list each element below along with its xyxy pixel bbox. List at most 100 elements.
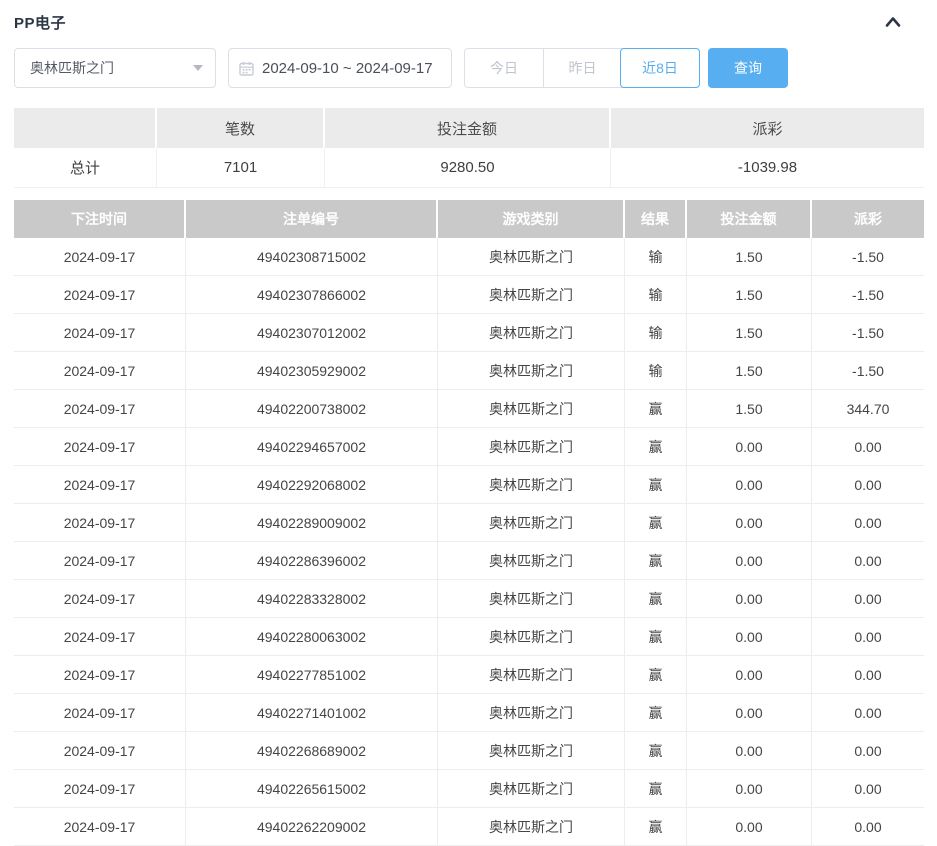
payout-cell: 0.00 [812, 580, 924, 618]
table-row: 2024-09-17 49402280063002 奥林匹斯之门 赢 0.00 … [14, 618, 924, 656]
last-8-days-button[interactable]: 近8日 [620, 48, 700, 88]
bet-time-cell: 2024-09-17 [14, 466, 186, 504]
header-payout: 派彩 [812, 200, 924, 238]
game-category-cell: 奥林匹斯之门 [438, 770, 625, 808]
calendar-icon [239, 61, 254, 76]
collapse-panel-button[interactable] [884, 15, 902, 29]
bet-time-cell: 2024-09-17 [14, 694, 186, 732]
filter-bar: 奥林匹斯之门 2024-09-10 ~ 2024-09-17 今日 昨日 近8日 [14, 48, 924, 88]
date-range-picker[interactable]: 2024-09-10 ~ 2024-09-17 [228, 48, 452, 88]
bet-records-table: 下注时间 注单编号 游戏类别 结果 投注金额 派彩 2024-09-17 494… [14, 200, 924, 846]
bet-id-cell: 49402307866002 [186, 276, 438, 314]
game-category-cell: 奥林匹斯之门 [438, 352, 625, 390]
summary-total-bet-amount: 9280.50 [325, 148, 611, 188]
bet-amount-cell: 0.00 [687, 428, 812, 466]
result-cell: 赢 [625, 390, 687, 428]
payout-cell: 0.00 [812, 504, 924, 542]
payout-cell: 0.00 [812, 618, 924, 656]
bet-time-cell: 2024-09-17 [14, 770, 186, 808]
bet-id-cell: 49402200738002 [186, 390, 438, 428]
page-title: PP电子 [14, 12, 66, 33]
result-cell: 赢 [625, 808, 687, 846]
table-row: 2024-09-17 49402262209002 奥林匹斯之门 赢 0.00 … [14, 808, 924, 846]
game-category-cell: 奥林匹斯之门 [438, 694, 625, 732]
bet-id-cell: 49402294657002 [186, 428, 438, 466]
bet-amount-cell: 0.00 [687, 808, 812, 846]
yesterday-button[interactable]: 昨日 [543, 49, 621, 87]
game-category-cell: 奥林匹斯之门 [438, 276, 625, 314]
bet-amount-cell: 0.00 [687, 466, 812, 504]
bet-id-cell: 49402305929002 [186, 352, 438, 390]
bet-time-cell: 2024-09-17 [14, 314, 186, 352]
table-row: 2024-09-17 49402286396002 奥林匹斯之门 赢 0.00 … [14, 542, 924, 580]
game-category-cell: 奥林匹斯之门 [438, 238, 625, 276]
result-cell: 赢 [625, 428, 687, 466]
bet-id-cell: 49402307012002 [186, 314, 438, 352]
header-bet-id: 注单编号 [186, 200, 438, 238]
table-row: 2024-09-17 49402307866002 奥林匹斯之门 输 1.50 … [14, 276, 924, 314]
payout-cell: 0.00 [812, 694, 924, 732]
result-cell: 输 [625, 238, 687, 276]
bet-amount-cell: 0.00 [687, 694, 812, 732]
bet-amount-cell: 1.50 [687, 238, 812, 276]
bet-amount-cell: 1.50 [687, 276, 812, 314]
result-cell: 赢 [625, 466, 687, 504]
bet-time-cell: 2024-09-17 [14, 504, 186, 542]
bet-table-header-row: 下注时间 注单编号 游戏类别 结果 投注金额 派彩 [14, 200, 924, 238]
panel-header: PP电子 [14, 9, 924, 35]
result-cell: 赢 [625, 542, 687, 580]
bet-id-cell: 49402308715002 [186, 238, 438, 276]
summary-header-row: 笔数 投注金额 派彩 [14, 108, 924, 148]
header-bet-time: 下注时间 [14, 200, 186, 238]
date-range-value: 2024-09-10 ~ 2024-09-17 [262, 60, 433, 77]
bet-id-cell: 49402280063002 [186, 618, 438, 656]
summary-total-count: 7101 [157, 148, 325, 188]
table-row: 2024-09-17 49402277851002 奥林匹斯之门 赢 0.00 … [14, 656, 924, 694]
query-button[interactable]: 查询 [708, 48, 788, 88]
bet-amount-cell: 0.00 [687, 504, 812, 542]
result-cell: 赢 [625, 504, 687, 542]
bet-table-body: 2024-09-17 49402308715002 奥林匹斯之门 输 1.50 … [14, 238, 924, 846]
bet-time-cell: 2024-09-17 [14, 276, 186, 314]
bet-time-cell: 2024-09-17 [14, 618, 186, 656]
game-select[interactable]: 奥林匹斯之门 [14, 48, 216, 88]
payout-cell: 0.00 [812, 656, 924, 694]
quick-date-button-group: 今日 昨日 近8日 [464, 48, 700, 88]
summary-total-row: 总计 7101 9280.50 -1039.98 [14, 148, 924, 188]
table-row: 2024-09-17 49402265615002 奥林匹斯之门 赢 0.00 … [14, 770, 924, 808]
bet-id-cell: 49402292068002 [186, 466, 438, 504]
summary-total-label: 总计 [14, 148, 157, 188]
payout-cell: 0.00 [812, 732, 924, 770]
table-row: 2024-09-17 49402283328002 奥林匹斯之门 赢 0.00 … [14, 580, 924, 618]
bet-id-cell: 49402286396002 [186, 542, 438, 580]
caret-down-icon [193, 65, 203, 71]
bet-time-cell: 2024-09-17 [14, 238, 186, 276]
game-category-cell: 奥林匹斯之门 [438, 656, 625, 694]
game-select-value: 奥林匹斯之门 [30, 58, 114, 78]
bet-amount-cell: 0.00 [687, 732, 812, 770]
game-category-cell: 奥林匹斯之门 [438, 466, 625, 504]
game-category-cell: 奥林匹斯之门 [438, 390, 625, 428]
bet-amount-cell: 0.00 [687, 580, 812, 618]
today-button[interactable]: 今日 [465, 49, 543, 87]
header-result: 结果 [625, 200, 687, 238]
game-category-cell: 奥林匹斯之门 [438, 808, 625, 846]
game-category-cell: 奥林匹斯之门 [438, 428, 625, 466]
payout-cell: -1.50 [812, 238, 924, 276]
bet-time-cell: 2024-09-17 [14, 732, 186, 770]
result-cell: 输 [625, 276, 687, 314]
game-category-cell: 奥林匹斯之门 [438, 542, 625, 580]
bet-time-cell: 2024-09-17 [14, 580, 186, 618]
result-cell: 赢 [625, 694, 687, 732]
table-row: 2024-09-17 49402308715002 奥林匹斯之门 输 1.50 … [14, 238, 924, 276]
bet-amount-cell: 1.50 [687, 314, 812, 352]
payout-cell: -1.50 [812, 352, 924, 390]
result-cell: 赢 [625, 770, 687, 808]
summary-table: 笔数 投注金额 派彩 总计 7101 9280.50 -1039.98 [14, 108, 924, 188]
bet-time-cell: 2024-09-17 [14, 656, 186, 694]
bet-time-cell: 2024-09-17 [14, 390, 186, 428]
table-row: 2024-09-17 49402294657002 奥林匹斯之门 赢 0.00 … [14, 428, 924, 466]
bet-id-cell: 49402283328002 [186, 580, 438, 618]
result-cell: 赢 [625, 732, 687, 770]
bet-id-cell: 49402262209002 [186, 808, 438, 846]
